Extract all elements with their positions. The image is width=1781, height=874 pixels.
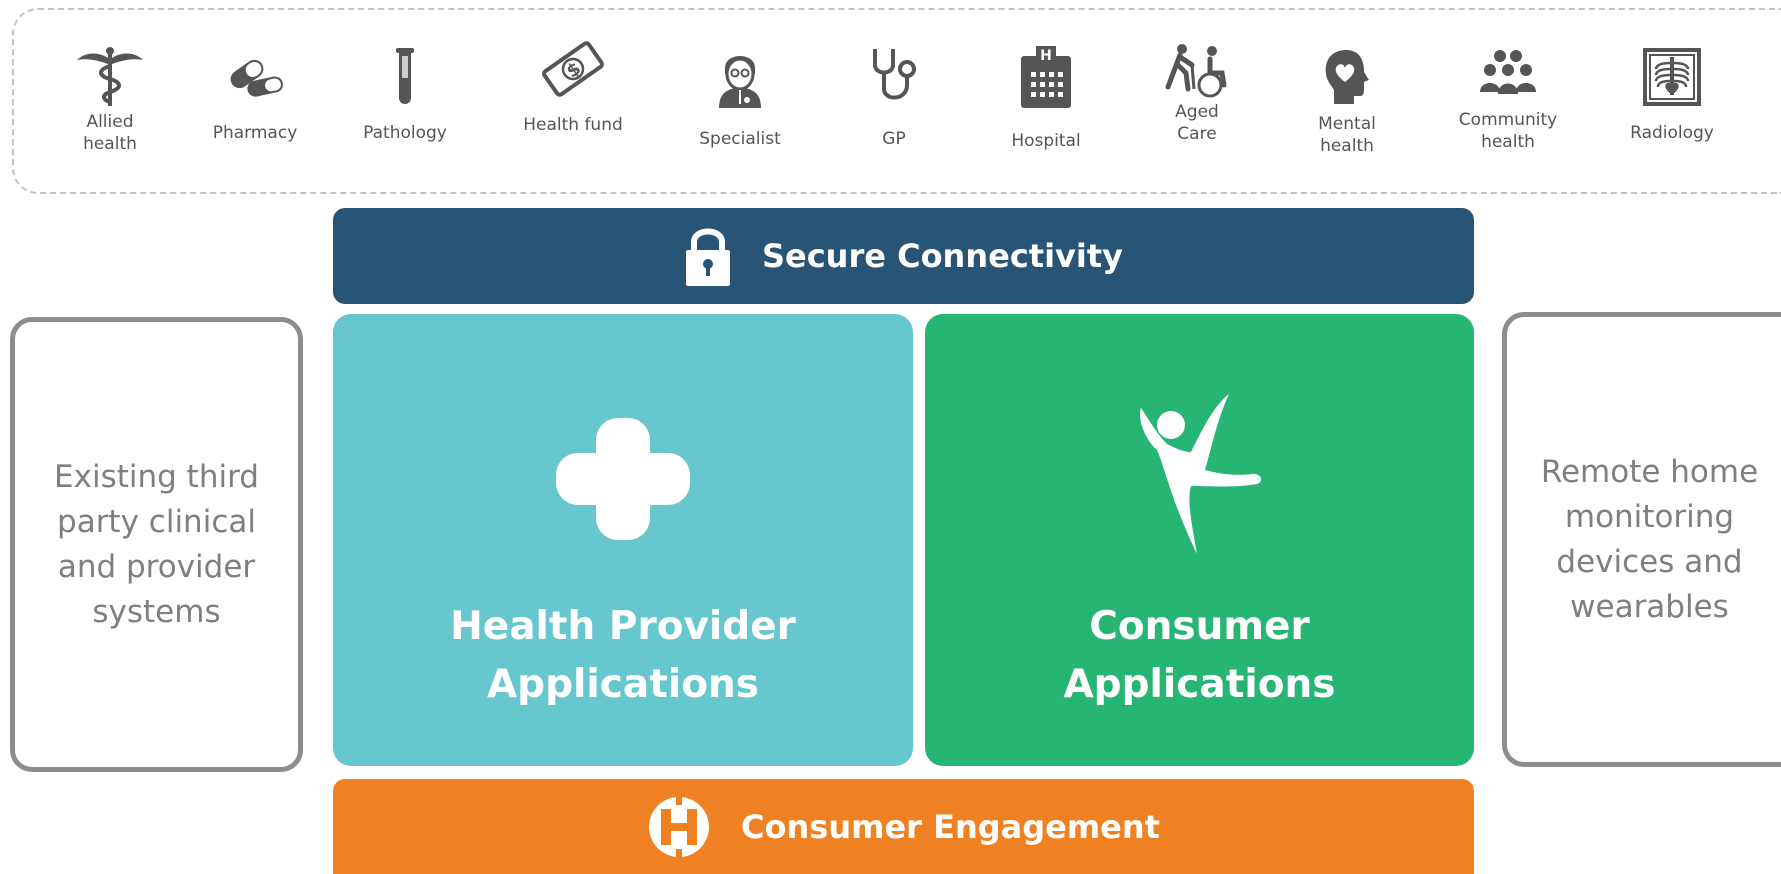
- health-provider-applications-title: Health Provider Applications: [450, 604, 796, 707]
- third-party-systems-label: Existing third party clinical and provid…: [54, 458, 259, 630]
- stakeholder-mental-health: Mental health: [1272, 40, 1422, 160]
- doctor-icon: [665, 46, 815, 108]
- padlock-icon: [684, 224, 732, 288]
- stakeholder-radiology: Radiology: [1597, 40, 1747, 160]
- consumer-engagement-banner: Consumer Engagement: [333, 779, 1474, 874]
- health-provider-applications-panel: Health Provider Applications: [333, 314, 913, 766]
- stethoscope-icon: [819, 46, 969, 108]
- engagement-logo-icon: [647, 794, 711, 859]
- stakeholder-label: Pathology: [363, 123, 447, 143]
- head-heart-icon: [1272, 46, 1422, 108]
- remote-monitoring-box: Remote home monitoring devices and weara…: [1502, 312, 1781, 767]
- stakeholder-label: Health fund: [523, 115, 623, 135]
- stakeholder-specialist: Specialist: [665, 40, 815, 160]
- xray-icon: [1597, 46, 1747, 108]
- stakeholder-aged-care: Aged Care: [1122, 40, 1272, 160]
- pills-icon: [180, 46, 330, 108]
- test-tube-icon: [330, 46, 480, 108]
- svg-text:H: H: [1040, 48, 1052, 64]
- stakeholder-community-health: Community health: [1433, 40, 1583, 160]
- stakeholder-label: Specialist: [699, 129, 781, 149]
- caduceus-icon: [35, 46, 185, 108]
- third-party-systems-box: Existing third party clinical and provid…: [10, 317, 303, 772]
- stakeholder-label: Pharmacy: [212, 123, 298, 143]
- hospital-building-icon: H: [971, 46, 1121, 108]
- stakeholder-hospital: H Hospital: [971, 40, 1121, 160]
- consumer-applications-title: Consumer Applications: [1063, 604, 1336, 707]
- people-group-icon: [1433, 42, 1583, 104]
- stakeholder-health-fund: $ Health fund: [498, 40, 648, 160]
- medical-cross-icon: [333, 418, 913, 540]
- stakeholder-pathology: Pathology: [330, 40, 480, 160]
- stakeholder-label: Radiology: [1630, 123, 1714, 143]
- consumer-engagement-label: Consumer Engagement: [741, 807, 1160, 846]
- stakeholder-allied-health: Allied health: [35, 40, 185, 160]
- consumer-applications-panel: Consumer Applications: [925, 314, 1474, 766]
- stakeholder-gp: GP: [819, 40, 969, 160]
- secure-connectivity-label: Secure Connectivity: [761, 237, 1124, 275]
- remote-monitoring-label: Remote home monitoring devices and weara…: [1540, 453, 1759, 625]
- stakeholder-label: Hospital: [1011, 131, 1081, 151]
- stakeholder-label: Aged Care: [1175, 102, 1219, 144]
- stakeholder-label: GP: [882, 129, 906, 149]
- stakeholder-pharmacy: Pharmacy: [180, 40, 330, 160]
- stakeholder-label: Community health: [1458, 110, 1558, 152]
- walker-wheelchair-icon: [1122, 40, 1272, 102]
- secure-connectivity-banner: Secure Connectivity: [333, 208, 1474, 304]
- happy-person-icon: [925, 390, 1474, 560]
- stakeholder-label: Mental health: [1318, 114, 1376, 156]
- dollar-bill-icon: $: [498, 38, 648, 100]
- stakeholder-label: Allied health: [83, 112, 137, 154]
